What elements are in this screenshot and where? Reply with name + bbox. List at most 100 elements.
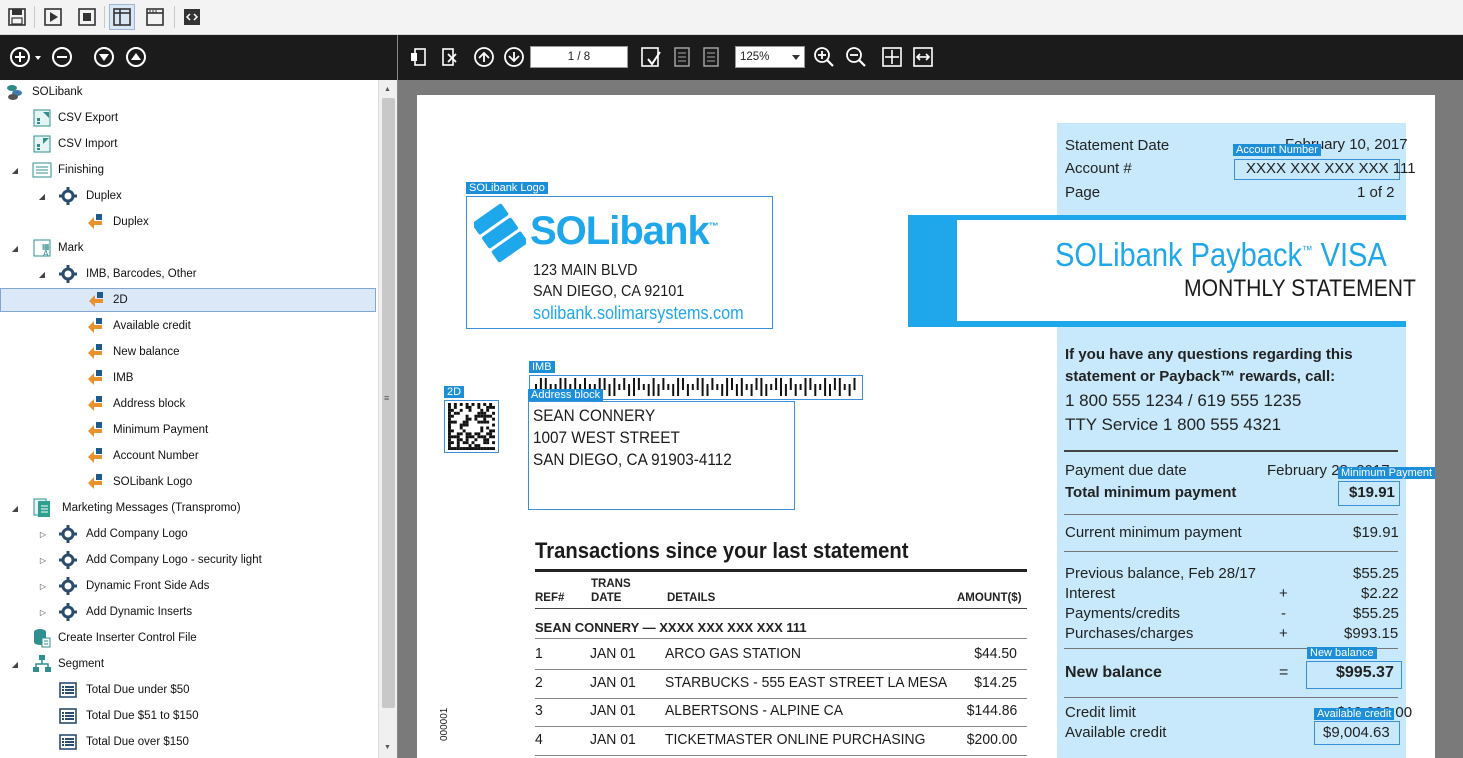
- previous-item-icon[interactable]: [670, 45, 694, 69]
- tree-node-address-block[interactable]: Address block: [0, 392, 378, 416]
- expand-arrow-icon[interactable]: ▷: [38, 530, 48, 539]
- list-icon: [58, 706, 78, 726]
- fit-width-icon[interactable]: [911, 45, 935, 69]
- page-number-input[interactable]: 1 / 8: [530, 46, 628, 68]
- tree-node-finishing[interactable]: ◢ Finishing: [0, 158, 378, 182]
- banner-title: SOLibank Payback™ VISA: [1055, 236, 1387, 274]
- expand-arrow-icon[interactable]: ▷: [38, 556, 48, 565]
- tree-node-imb-group[interactable]: ◢ IMB, Barcodes, Other: [0, 262, 378, 286]
- collapse-arrow-icon[interactable]: ◢: [10, 504, 20, 513]
- viewer-toolbar: 1 / 8 125%: [398, 35, 1463, 80]
- transaction-date: JAN 01: [590, 730, 636, 748]
- tree-label: Add Company Logo: [86, 528, 188, 540]
- tree-node-add-company-logo-security[interactable]: ▷ Add Company Logo - security light: [0, 548, 378, 572]
- page-close-icon[interactable]: [437, 45, 461, 69]
- header-details: DETAILS: [667, 592, 716, 604]
- tree-label: Total Due $51 to $150: [86, 710, 199, 722]
- tree-label: Add Company Logo - security light: [86, 554, 262, 566]
- tree-scrollbar[interactable]: ▲ ≡ ▼: [378, 80, 397, 758]
- gear-icon: [58, 550, 78, 570]
- previous-page-icon[interactable]: [472, 45, 496, 69]
- phone-primary: 1 800 555 1234 / 619 555 1235: [1065, 391, 1302, 410]
- remove-icon[interactable]: [50, 45, 74, 69]
- move-up-icon[interactable]: [124, 45, 148, 69]
- add-icon[interactable]: [9, 45, 41, 69]
- tree-node-duplex[interactable]: Duplex: [0, 210, 378, 234]
- zoom-select[interactable]: 125%: [735, 46, 805, 68]
- zoom-out-icon[interactable]: [844, 45, 868, 69]
- tree-node-total-due-51-150[interactable]: Total Due $51 to $150: [0, 704, 378, 728]
- move-down-icon[interactable]: [92, 45, 116, 69]
- stop-icon[interactable]: [74, 4, 100, 30]
- document-viewer[interactable]: Statement Date February 10, 2017 Account…: [398, 80, 1463, 758]
- scrollbar-thumb[interactable]: [382, 98, 395, 708]
- tree-node-csv-import[interactable]: CSV Import: [0, 132, 378, 156]
- collapse-arrow-icon[interactable]: ◢: [37, 270, 47, 279]
- document-icon: [32, 498, 52, 518]
- tree-node-2d[interactable]: 2D: [0, 288, 376, 312]
- purchases-value: $993.15: [1344, 625, 1399, 642]
- solibank-logo-tag: SOLibank Logo: [466, 182, 548, 194]
- tree-node-new-balance[interactable]: New balance: [0, 340, 378, 364]
- collapse-arrow-icon[interactable]: ◢: [37, 192, 47, 201]
- header-date: DATE: [591, 592, 622, 604]
- row-rule: [535, 669, 1027, 670]
- task-icon: [85, 316, 105, 336]
- tree-label: Mark: [58, 242, 84, 254]
- banner-title-text: SOLibank Payback: [1055, 236, 1302, 273]
- tree-node-csv-export[interactable]: CSV Export: [0, 106, 378, 130]
- next-page-icon[interactable]: [502, 45, 526, 69]
- expand-arrow-icon[interactable]: ▷: [38, 582, 48, 591]
- new-balance-label: New balance: [1065, 664, 1162, 681]
- credit-limit-label: Credit limit: [1065, 704, 1136, 721]
- scroll-down-icon[interactable]: ▼: [384, 744, 391, 751]
- tree-label: CSV Export: [58, 112, 119, 124]
- tree-node-available-credit[interactable]: Available credit: [0, 314, 378, 338]
- coins-icon: [5, 82, 25, 102]
- tree-node-imb[interactable]: IMB: [0, 366, 378, 390]
- tree-node-add-company-logo[interactable]: ▷ Add Company Logo: [0, 522, 378, 546]
- recipient-name: SEAN CONNERY: [533, 406, 656, 425]
- account-number-tag: Account Number: [1233, 144, 1321, 156]
- main-toolbar: [0, 0, 1463, 35]
- play-icon[interactable]: [40, 4, 66, 30]
- list-icon: [58, 680, 78, 700]
- scroll-up-icon[interactable]: ▲: [384, 86, 391, 93]
- layout-split-icon[interactable]: [109, 4, 135, 30]
- expand-arrow-icon[interactable]: ▷: [38, 608, 48, 617]
- fit-page-icon[interactable]: [880, 45, 904, 69]
- checkmark-icon[interactable]: [639, 45, 663, 69]
- tree-node-marketing[interactable]: ◢ Marketing Messages (Transpromo): [0, 496, 378, 520]
- tree-node-mark[interactable]: ◢ ▦ A Mark: [0, 236, 378, 260]
- code-icon[interactable]: [179, 4, 205, 30]
- tree-node-minimum-payment[interactable]: Minimum Payment: [0, 418, 378, 442]
- tree-node-root[interactable]: SOLibank: [0, 80, 378, 104]
- bank-website: solibank.solimarsystems.com: [533, 303, 744, 323]
- tree-node-duplex-group[interactable]: ◢ Duplex: [0, 184, 378, 208]
- tree-node-total-due-over-150[interactable]: Total Due over $150: [0, 730, 378, 754]
- zoom-value: 125%: [740, 51, 770, 63]
- page-left-icon[interactable]: [407, 45, 431, 69]
- zoom-in-icon[interactable]: [812, 45, 836, 69]
- tree-node-inserter[interactable]: Create Inserter Control File: [0, 626, 378, 650]
- tree-node-add-dynamic-inserts[interactable]: ▷ Add Dynamic Inserts: [0, 600, 378, 624]
- tree-node-solibank-logo[interactable]: SOLibank Logo: [0, 470, 378, 494]
- interest-label: Interest: [1065, 585, 1116, 602]
- tree-node-total-due-under-50[interactable]: Total Due under $50: [0, 678, 378, 702]
- next-item-icon[interactable]: [699, 45, 723, 69]
- tree-node-account-number[interactable]: Account Number: [0, 444, 378, 468]
- minimum-payment-tag: Minimum Payment: [1338, 467, 1436, 479]
- save-icon[interactable]: [4, 4, 30, 30]
- tree-label: Account Number: [113, 450, 199, 462]
- phone-tty: TTY Service 1 800 555 4321: [1065, 415, 1282, 434]
- tree-node-segment[interactable]: ◢ Segment: [0, 652, 378, 676]
- collapse-arrow-icon[interactable]: ◢: [10, 244, 20, 253]
- total-min-label: Total minimum payment: [1065, 484, 1237, 501]
- task-icon: [85, 472, 105, 492]
- collapse-arrow-icon[interactable]: ◢: [10, 166, 20, 175]
- collapse-arrow-icon[interactable]: ◢: [10, 660, 20, 669]
- window-icon[interactable]: [142, 4, 168, 30]
- solibank-logo-text: SOLibank™: [530, 209, 719, 254]
- tree-node-dynamic-front-side-ads[interactable]: ▷ Dynamic Front Side Ads: [0, 574, 378, 598]
- svg-text:A: A: [43, 249, 49, 257]
